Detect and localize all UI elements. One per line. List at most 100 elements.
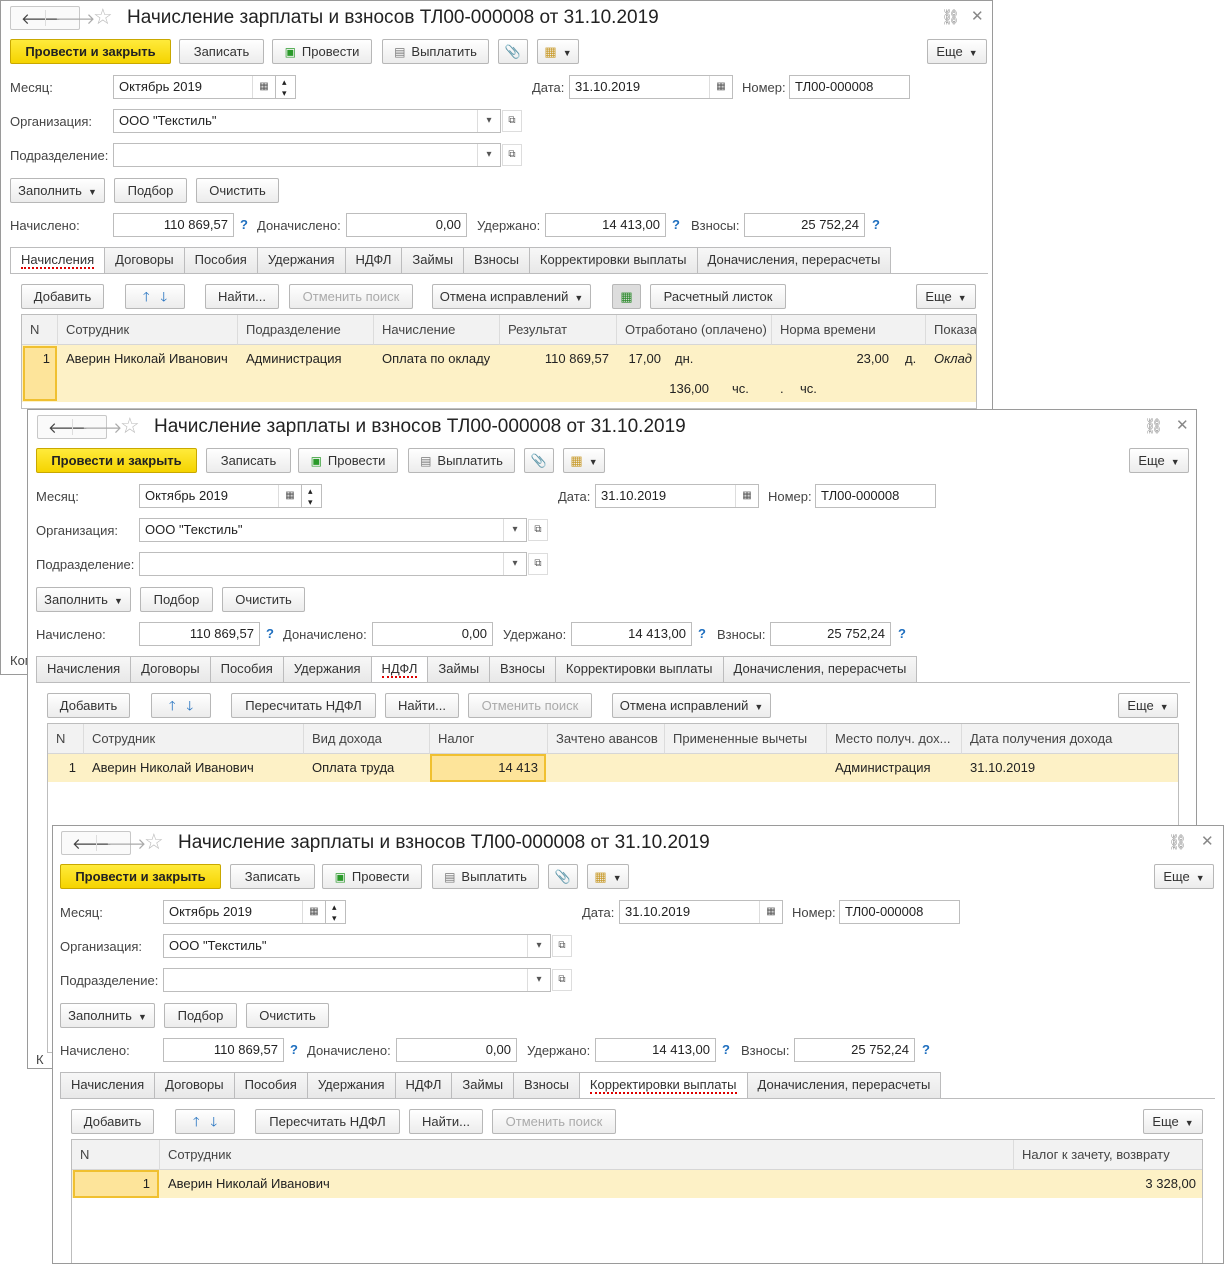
close-icon[interactable]: ✕ (1176, 416, 1189, 434)
tab-recalculations[interactable]: Доначисления, перерасчеты (746, 1072, 942, 1098)
undo-fixes-button[interactable]: Отмена исправлений ▼ (432, 284, 591, 309)
tab-benefits[interactable]: Пособия (183, 247, 258, 273)
tab-payment-corrections[interactable]: Корректировки выплаты (528, 247, 698, 273)
fill-button[interactable]: Заполнить ▼ (36, 587, 131, 612)
withheld-field[interactable]: 14 413,00 (545, 213, 666, 237)
tab-payment-corrections[interactable]: Корректировки выплаты (554, 656, 724, 682)
find-button[interactable]: Найти... (205, 284, 279, 309)
calendar-icon[interactable]: ▦ (735, 485, 758, 507)
tab-ndfl[interactable]: НДФЛ (370, 656, 429, 683)
arrow-down-icon[interactable]: 🡓 (186, 698, 193, 713)
step-down-icon[interactable]: ▾ (332, 907, 337, 929)
cancel-search-button[interactable]: Отменить поиск (289, 284, 413, 309)
department-field[interactable]: ▾ (163, 968, 551, 992)
column-header-income-place[interactable]: Место получ. дох... (827, 724, 962, 754)
pay-button[interactable]: ▤ Выплатить (382, 39, 489, 64)
move-buttons[interactable]: 🡑 🡓 (175, 1109, 235, 1134)
tab-contracts[interactable]: Договоры (154, 1072, 235, 1098)
calendar-icon[interactable]: ▦ (759, 901, 782, 923)
link-icon[interactable]: ⛓ (1144, 417, 1163, 435)
post-button[interactable]: ▣ Провести (272, 39, 372, 64)
column-header-worked[interactable]: Отработано (оплачено) (617, 315, 772, 345)
month-stepper[interactable]: ▴ ▾ (301, 484, 322, 508)
tab-benefits[interactable]: Пособия (209, 656, 284, 682)
column-header-accrual[interactable]: Начисление (374, 315, 500, 345)
help-icon[interactable]: ? (266, 626, 274, 641)
dropdown-icon[interactable]: ▾ (477, 110, 500, 132)
arrow-right-icon[interactable]: 🡒 (106, 834, 146, 853)
star-icon[interactable]: ☆ (93, 4, 113, 30)
link-icon[interactable]: ⛓ (1168, 833, 1187, 851)
attach-button[interactable]: 📎 (548, 864, 578, 889)
extra-accrued-field[interactable]: 0,00 (372, 622, 493, 646)
tab-deductions[interactable]: Удержания (282, 656, 372, 682)
column-header-n[interactable]: N (48, 724, 84, 754)
column-header-advances[interactable]: Зачтено авансов (548, 724, 665, 754)
tab-contracts[interactable]: Договоры (104, 247, 185, 273)
report-menu-button[interactable]: ▦ ▼ (587, 864, 629, 889)
arrow-up-icon[interactable]: 🡑 (143, 289, 150, 304)
post-button[interactable]: ▣ Провести (298, 448, 398, 473)
column-header-employee[interactable]: Сотрудник (160, 1140, 1014, 1170)
department-field[interactable]: ▾ (113, 143, 501, 167)
contributions-field[interactable]: 25 752,24 (770, 622, 891, 646)
tab-recalculations[interactable]: Доначисления, перерасчеты (722, 656, 918, 682)
accrued-field[interactable]: 110 869,57 (163, 1038, 284, 1062)
undo-fixes-button[interactable]: Отмена исправлений ▼ (612, 693, 771, 718)
attach-button[interactable]: 📎 (524, 448, 554, 473)
recalc-ndfl-button[interactable]: Пересчитать НДФЛ (231, 693, 376, 718)
recalc-ndfl-button[interactable]: Пересчитать НДФЛ (255, 1109, 400, 1134)
report-menu-button[interactable]: ▦ ▼ (563, 448, 605, 473)
tab-accruals[interactable]: Начисления (36, 656, 132, 682)
withheld-field[interactable]: 14 413,00 (595, 1038, 716, 1062)
tab-contributions[interactable]: Взносы (463, 247, 530, 273)
tab-accruals[interactable]: Начисления (10, 247, 106, 274)
tab-ndfl[interactable]: НДФЛ (394, 1072, 453, 1098)
tab-accruals[interactable]: Начисления (60, 1072, 156, 1098)
post-and-close-button[interactable]: Провести и закрыть (36, 448, 197, 473)
date-field[interactable]: 31.10.2019 ▦ (619, 900, 783, 924)
calendar-icon[interactable]: ▦ (302, 901, 325, 923)
column-header-n[interactable]: N (22, 315, 58, 345)
post-and-close-button[interactable]: Провести и закрыть (10, 39, 171, 64)
help-icon[interactable]: ? (672, 217, 680, 232)
withheld-field[interactable]: 14 413,00 (571, 622, 692, 646)
more-button[interactable]: Еще ▼ (927, 39, 987, 64)
arrow-right-icon[interactable]: 🡒 (82, 418, 122, 437)
column-header-n[interactable]: N (72, 1140, 160, 1170)
accrued-field[interactable]: 110 869,57 (113, 213, 234, 237)
tab-payment-corrections[interactable]: Корректировки выплаты (578, 1072, 748, 1099)
step-down-icon[interactable]: ▾ (282, 82, 287, 104)
dropdown-icon[interactable]: ▾ (477, 144, 500, 166)
report-menu-button[interactable]: ▦ ▼ (537, 39, 579, 64)
clear-button[interactable]: Очистить (222, 587, 305, 612)
move-buttons[interactable]: 🡑 🡓 (151, 693, 211, 718)
select-button[interactable]: Подбор (114, 178, 187, 203)
arrow-up-icon[interactable]: 🡑 (193, 1114, 200, 1129)
attach-button[interactable]: 📎 (498, 39, 528, 64)
find-button[interactable]: Найти... (385, 693, 459, 718)
contributions-field[interactable]: 25 752,24 (794, 1038, 915, 1062)
department-field[interactable]: ▾ (139, 552, 527, 576)
date-field[interactable]: 31.10.2019 ▦ (595, 484, 759, 508)
date-field[interactable]: 31.10.2019 ▦ (569, 75, 733, 99)
open-icon[interactable]: ⧉ (502, 144, 522, 166)
arrow-up-icon[interactable]: 🡑 (169, 698, 176, 713)
extra-accrued-field[interactable]: 0,00 (346, 213, 467, 237)
column-header-employee[interactable]: Сотрудник (58, 315, 238, 345)
tab-deductions[interactable]: Удержания (306, 1072, 396, 1098)
tab-deductions[interactable]: Удержания (256, 247, 346, 273)
column-header-result[interactable]: Результат (500, 315, 617, 345)
add-button[interactable]: Добавить (47, 693, 130, 718)
organization-field[interactable]: ООО "Текстиль" ▾ (139, 518, 527, 542)
calendar-icon[interactable]: ▦ (278, 485, 301, 507)
tab-contributions[interactable]: Взносы (513, 1072, 580, 1098)
month-stepper[interactable]: ▴ ▾ (325, 900, 346, 924)
help-icon[interactable]: ? (698, 626, 706, 641)
arrow-down-icon[interactable]: 🡓 (210, 1114, 217, 1129)
help-icon[interactable]: ? (872, 217, 880, 232)
more-button[interactable]: Еще ▼ (1118, 693, 1178, 718)
more-button[interactable]: Еще ▼ (916, 284, 976, 309)
pay-button[interactable]: ▤ Выплатить (432, 864, 539, 889)
move-buttons[interactable]: 🡑 🡓 (125, 284, 185, 309)
